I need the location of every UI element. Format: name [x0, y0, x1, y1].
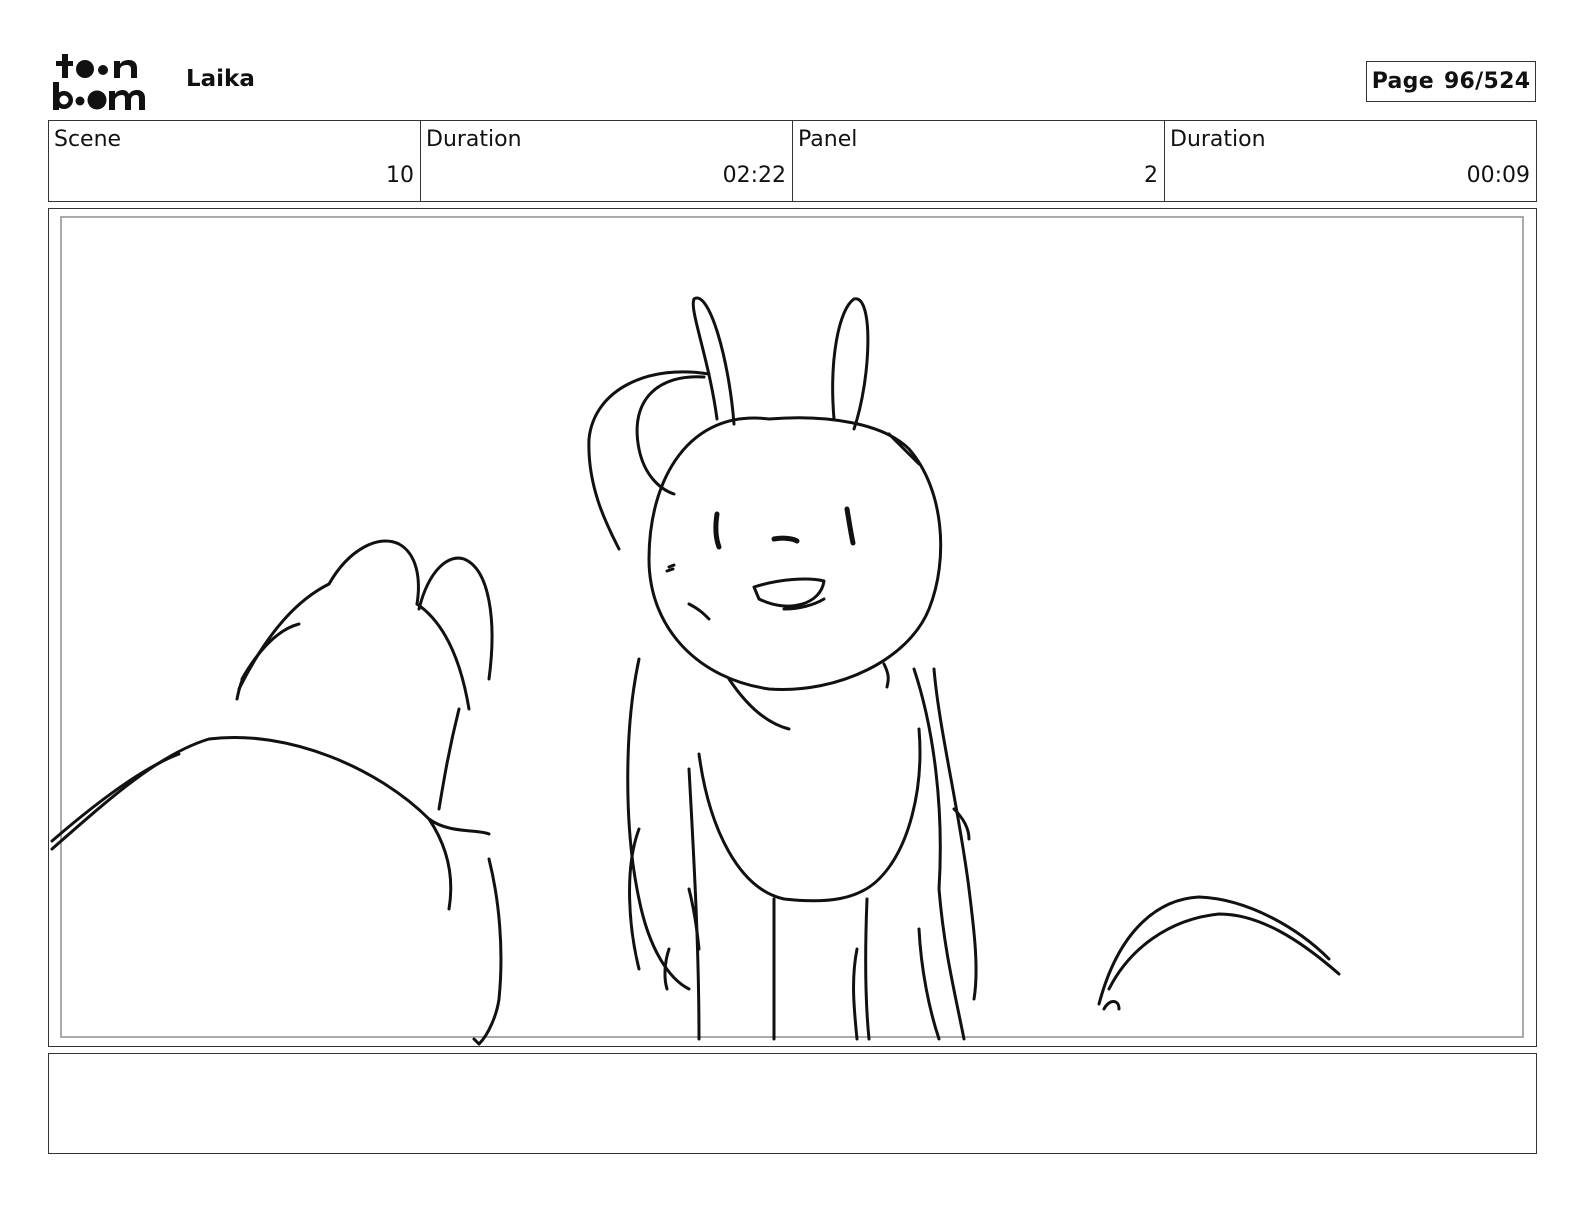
scene-duration-value: 02:22 — [722, 163, 786, 188]
scene-label: Scene — [54, 127, 122, 152]
panel-notes-box — [48, 1053, 1537, 1154]
center-character-eye — [713, 511, 722, 550]
scene-duration-cell: Duration 02:22 — [421, 121, 793, 201]
center-character-mouth — [752, 577, 826, 608]
panel-duration-label: Duration — [1170, 127, 1266, 152]
storyboard-panel — [48, 208, 1537, 1047]
center-character-body — [626, 657, 691, 991]
page-indicator: Page 96/524 — [1366, 61, 1536, 102]
scene-cell: Scene 10 — [49, 121, 421, 201]
page-number: 96/524 — [1443, 69, 1531, 94]
panel-value: 2 — [1144, 163, 1158, 188]
scene-info-table: Scene 10 Duration 02:22 Panel 2 Duration… — [48, 120, 1537, 202]
panel-cell: Panel 2 — [793, 121, 1165, 201]
project-name: Laika — [186, 66, 255, 92]
panel-duration-cell: Duration 00:09 — [1165, 121, 1536, 201]
scene-duration-label: Duration — [426, 127, 522, 152]
left-character-ear — [237, 582, 331, 691]
center-character-ear — [691, 296, 736, 426]
scene-value: 10 — [386, 163, 414, 188]
panel-label: Panel — [798, 127, 858, 152]
panel-duration-value: 00:09 — [1466, 163, 1530, 188]
left-character-back — [50, 736, 453, 911]
right-character-head — [1097, 895, 1331, 1006]
page-label: Page — [1371, 69, 1434, 94]
toonboom-logo — [53, 54, 145, 110]
storyboard-sketch — [50, 296, 1341, 1046]
center-character-head — [647, 416, 943, 691]
